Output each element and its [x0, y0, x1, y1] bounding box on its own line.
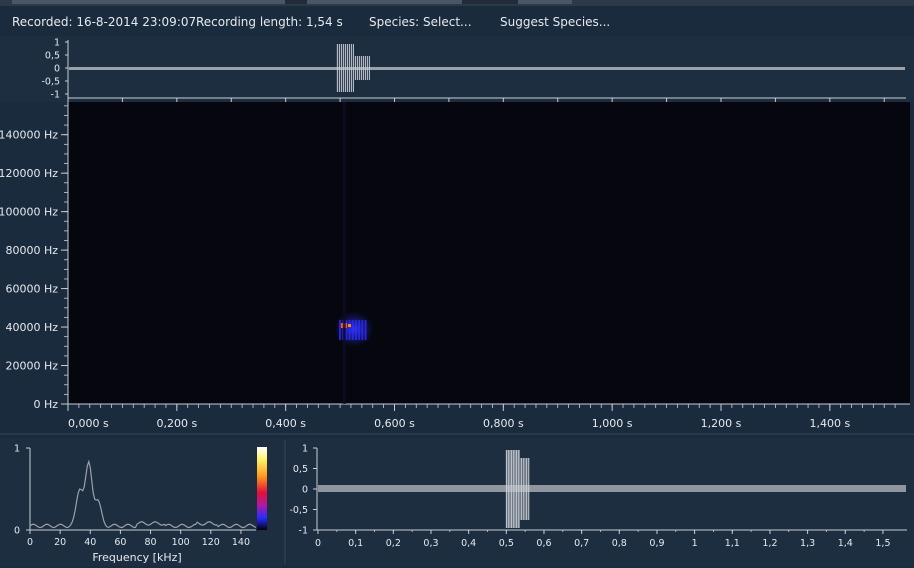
- waveform-detail-noise-band: [318, 485, 906, 492]
- spectrogram-x-tick-label: 1,200 s: [701, 417, 742, 430]
- top-toolbar-strip: [0, 0, 914, 6]
- spectrum-x-tick-label: 120: [202, 537, 220, 548]
- toolbar-handle[interactable]: [285, 0, 307, 4]
- waveform-detail-x-tick-label: 0,3: [423, 538, 438, 549]
- waveform-detail-burst-core: [506, 450, 520, 528]
- call-pulse: [358, 320, 361, 341]
- waveform-detail-x-tick-label: 1,3: [800, 538, 815, 549]
- spectrum-x-tick-label: 80: [144, 537, 156, 548]
- call-hotspot-2: [347, 324, 351, 328]
- spectrogram-y-tick-label: 100000 Hz: [0, 206, 58, 219]
- toolbar-handle-2[interactable]: [462, 0, 518, 4]
- waveform-detail-x-tick-label: 1,4: [838, 538, 853, 549]
- call-pulse: [354, 320, 357, 341]
- spectrum-x-tick-label: 0: [27, 537, 33, 548]
- waveform-detail-y-tick-label: 0: [302, 485, 308, 496]
- spectrogram-x-tick-label: 0,800 s: [483, 417, 524, 430]
- waveform-detail-x-tick-label: 1: [692, 538, 698, 549]
- waveform-detail-x-tick-label: 1,1: [725, 538, 740, 549]
- spectrum-x-label: Frequency [kHz]: [92, 551, 181, 564]
- waveform-overview-y-tick-label: 0,5: [45, 51, 60, 62]
- spectrum-x-tick-label: 40: [84, 537, 96, 548]
- call-faint-column: [342, 102, 346, 404]
- spectrogram-x-tick-label: 0,600 s: [374, 417, 415, 430]
- waveform-detail-x-tick-label: 1,2: [762, 538, 777, 549]
- call-pulse: [351, 320, 354, 341]
- call-pulse: [364, 320, 367, 341]
- waveform-detail-x-tick-label: 0: [315, 538, 321, 549]
- spectrogram-panel[interactable]: 140000 Hz 120000 Hz 100000 Hz 80000 Hz 60000…: [0, 102, 914, 436]
- waveform-detail-x-tick-label: 0,9: [649, 538, 664, 549]
- spectrogram-y-tick-label: 40000 Hz: [5, 321, 58, 334]
- call-pulse: [338, 320, 341, 341]
- spectrogram-y-tick-label: 0 Hz: [33, 398, 58, 411]
- spectrogram-y-tick-label: 20000 Hz: [5, 360, 58, 373]
- waveform-overview-noise-band: [69, 67, 905, 70]
- spectrum-x-tick-label: 20: [54, 537, 66, 548]
- spectrogram-x-tick-label: 0,400 s: [265, 417, 306, 430]
- waveform-detail-y-tick-label: 1: [302, 444, 308, 455]
- waveform-detail-burst: [505, 450, 530, 528]
- waveform-detail-x-tick-label: 0,5: [499, 538, 514, 549]
- spectrum-y-tick-label: 1: [14, 444, 20, 455]
- waveform-detail-x-tick-label: 0,8: [612, 538, 627, 549]
- color-scale-bar: [257, 447, 267, 530]
- waveform-detail-x-tick-label: 0,2: [386, 538, 401, 549]
- waveform-overview-y-tick-label: -1: [51, 90, 60, 101]
- spectrum-x-tick-label: 60: [114, 537, 126, 548]
- waveform-detail-x-tick-label: 0,1: [348, 538, 363, 549]
- frequency-spectrum-panel[interactable]: 1 0 0 20 40 60 80 100 120 140 Frequency [kHz]: [0, 438, 284, 566]
- recorded-label: Recorded: 16-8-2014 23:09:07: [12, 15, 197, 29]
- spectrum-x-tick-label: 100: [172, 537, 190, 548]
- spectrum-y-tick-label: 0: [14, 526, 20, 537]
- spectrogram-x-tick-label: 1,400 s: [809, 417, 850, 430]
- spectrogram-y-tick-label: 140000 Hz: [0, 129, 58, 142]
- recording-info-bar: Recorded: 16-8-2014 23:09:07 Recording l…: [0, 12, 914, 32]
- waveform-detail-x-tick-label: 0,4: [461, 538, 476, 549]
- waveform-detail-x-tick-label: 0,7: [574, 538, 589, 549]
- waveform-detail-y-tick-label: -1: [299, 526, 308, 537]
- waveform-overview-y-tick-label: 1: [54, 38, 60, 49]
- call-pulse: [348, 320, 351, 341]
- waveform-overview-y-tick-label: -0,5: [41, 77, 60, 88]
- spectrogram-y-tick-label: 120000 Hz: [0, 167, 58, 180]
- spectrogram-y-tick-label: 60000 Hz: [5, 283, 58, 296]
- spectrogram-x-tick-label: 0,000 s: [68, 417, 109, 430]
- waveform-overview[interactable]: 1 0,5 0 -0,5 -1: [0, 36, 914, 102]
- suggest-species-button[interactable]: Suggest Species...: [500, 15, 610, 29]
- spectrum-x-tick-label: 140: [232, 537, 250, 548]
- recording-length-label: Recording length: 1,54 s: [196, 15, 343, 29]
- spectrogram-x-tick-label: 0,200 s: [156, 417, 197, 430]
- waveform-detail-x-tick-label: 1,5: [875, 538, 890, 549]
- call-pulse: [361, 320, 364, 341]
- spectrogram-y-tick-label: 80000 Hz: [5, 244, 58, 257]
- waveform-detail-background: [287, 438, 914, 566]
- waveform-detail-panel[interactable]: 1 0,5 0 -0,5 -1 0 0,1 0,2 0,3 0,4 0,5 0,6 0,7 0,8 0,9…: [287, 438, 914, 566]
- spectrogram-canvas[interactable]: [68, 102, 910, 404]
- waveform-detail-y-tick-label: 0,5: [293, 464, 308, 475]
- spectrogram-x-tick-label: 1,000 s: [592, 417, 633, 430]
- waveform-overview-y-tick-label: 0: [54, 64, 60, 75]
- waveform-detail-x-tick-label: 0,6: [536, 538, 551, 549]
- species-select-button[interactable]: Species: Select...: [369, 15, 472, 29]
- waveform-detail-y-tick-label: -0,5: [289, 505, 308, 516]
